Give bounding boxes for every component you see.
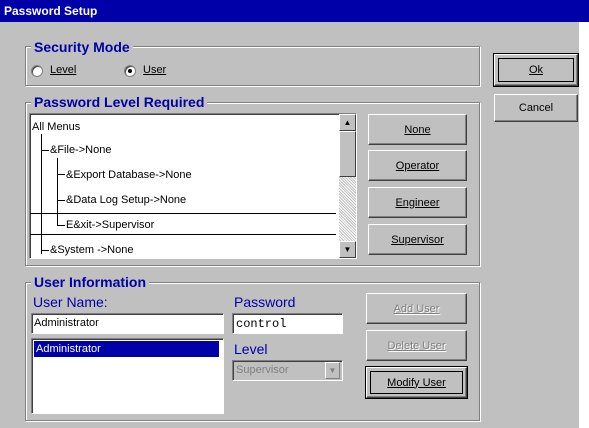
username-input-value: Administrator <box>34 317 99 329</box>
radio-level[interactable]: Level <box>31 64 101 78</box>
add-user-button[interactable]: Add User <box>366 293 467 324</box>
password-label: Password <box>234 294 296 310</box>
security-mode-legend: Security Mode <box>31 39 133 55</box>
tree-item-export-database[interactable]: &Export Database->None <box>66 169 192 181</box>
level-supervisor-button-label: Supervisor <box>391 233 444 246</box>
radio-user-label: User <box>143 64 167 76</box>
radio-user[interactable]: User <box>124 64 194 78</box>
tree-item-file[interactable]: &File->None <box>50 144 111 156</box>
level-operator-button[interactable]: Operator <box>368 150 467 181</box>
chevron-down-icon[interactable]: ▼ <box>325 362 340 379</box>
level-label: Level <box>234 341 268 357</box>
window-title: Password Setup <box>0 0 589 22</box>
modify-user-button[interactable]: Modify User <box>365 366 468 399</box>
window-edge <box>579 22 589 428</box>
password-input[interactable]: control <box>232 313 343 334</box>
username-label: User Name: <box>33 294 108 310</box>
tree-line-export <box>57 174 65 175</box>
password-level-legend: Password Level Required <box>31 94 208 110</box>
modify-user-button-label: Modify User <box>387 376 446 389</box>
cancel-button-label: Cancel <box>518 102 554 114</box>
menu-tree[interactable]: All Menus &File->None &Export Database->… <box>29 113 357 259</box>
cancel-button[interactable]: Cancel <box>494 94 578 122</box>
ok-button[interactable]: Ok <box>493 53 579 87</box>
scroll-up-arrow-icon[interactable]: ▲ <box>339 114 356 131</box>
user-list[interactable]: Administrator <box>31 338 224 414</box>
user-list-item-label: Administrator <box>36 343 101 355</box>
radio-level-label: Level <box>50 64 77 76</box>
delete-user-button[interactable]: Delete User <box>366 330 467 361</box>
radio-user-circle[interactable] <box>124 65 136 77</box>
tree-line-file <box>41 150 49 151</box>
level-engineer-button[interactable]: Engineer <box>368 187 467 218</box>
delete-user-button-label: Delete User <box>387 339 446 352</box>
radio-level-circle[interactable] <box>31 65 43 77</box>
level-engineer-button-label: Engineer <box>395 196 440 209</box>
tree-item-exit[interactable]: E&xit->Supervisor <box>66 219 154 231</box>
username-input[interactable]: Administrator <box>31 313 224 334</box>
level-supervisor-button[interactable]: Supervisor <box>368 224 467 255</box>
tree-item-system[interactable]: &System ->None <box>50 244 133 256</box>
level-select[interactable]: Supervisor ▼ <box>232 360 343 381</box>
level-none-button-label: None <box>404 123 431 136</box>
add-user-button-label: Add User <box>393 302 440 315</box>
radio-user-selected-dot <box>128 69 132 73</box>
tree-item-all-menus[interactable]: All Menus <box>32 121 80 133</box>
tree-scrollbar[interactable]: ▲ ▼ <box>339 114 356 258</box>
tree-item-data-log-setup[interactable]: &Data Log Setup->None <box>66 194 186 206</box>
user-info-legend: User Information <box>31 274 150 290</box>
tree-line-root <box>41 134 42 254</box>
level-operator-button-label: Operator <box>395 159 440 172</box>
tree-line-system <box>41 250 49 251</box>
scroll-down-arrow-icon[interactable]: ▼ <box>339 241 356 258</box>
password-input-value: control <box>236 317 287 331</box>
ok-button-label: Ok <box>528 64 544 76</box>
tree-line-datalog <box>57 200 65 201</box>
level-select-value: Supervisor <box>236 364 289 376</box>
user-list-item-selected[interactable]: Administrator <box>34 341 219 357</box>
level-none-button[interactable]: None <box>368 114 467 145</box>
scroll-thumb[interactable] <box>339 131 356 177</box>
